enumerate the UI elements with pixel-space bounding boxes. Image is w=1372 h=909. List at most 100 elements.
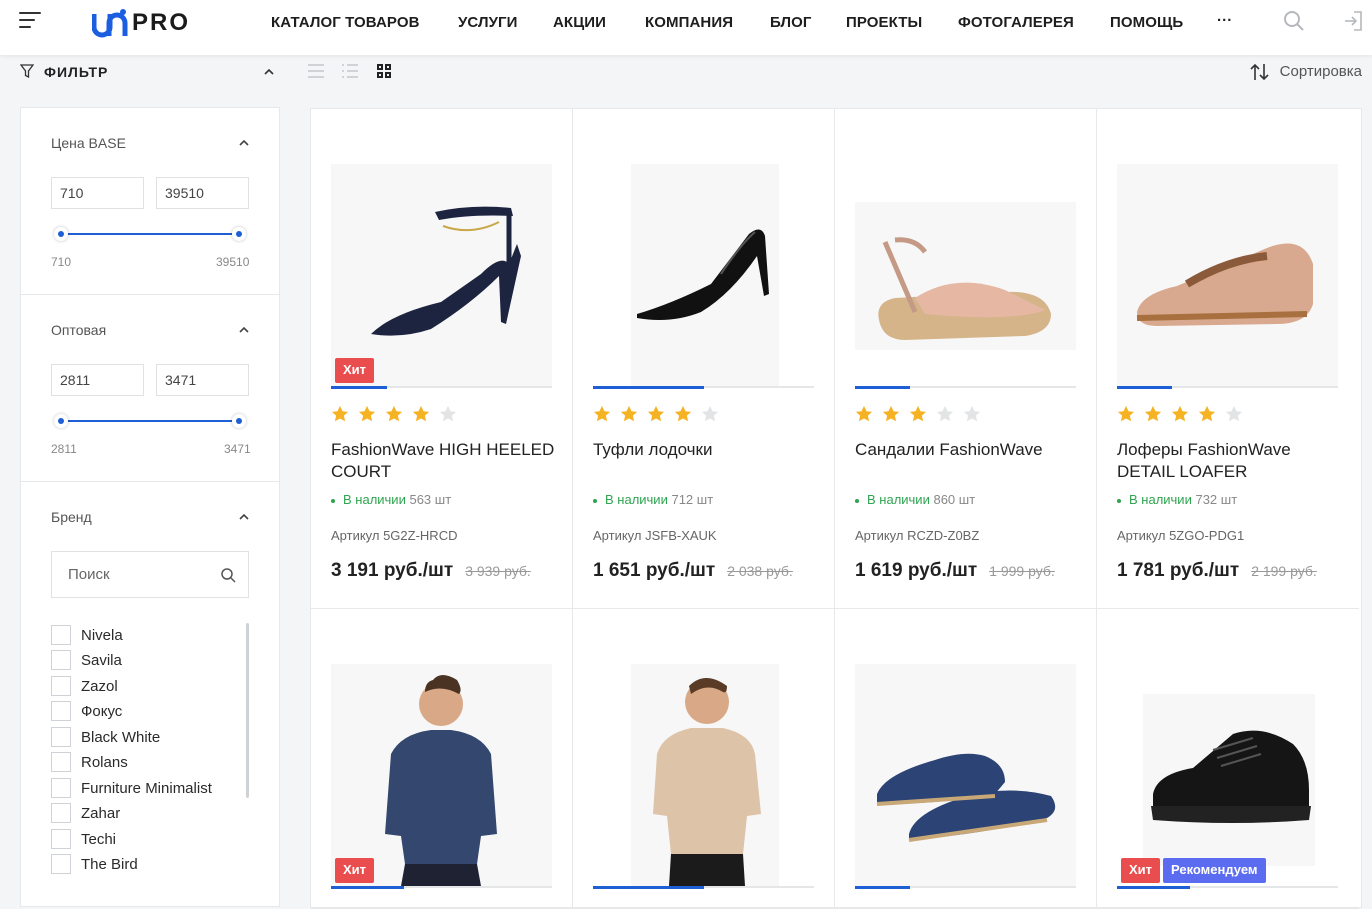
brand-option[interactable]: Zazol xyxy=(51,676,241,698)
star-icon xyxy=(593,405,611,422)
product-image[interactable] xyxy=(1143,694,1315,866)
price: 3 191 руб./шт xyxy=(331,560,454,581)
price-max-input[interactable]: 39510 xyxy=(156,177,249,209)
product-card[interactable]: Сандалии FashionWave В наличии 860 шт Ар… xyxy=(835,109,1097,609)
checkbox[interactable] xyxy=(51,701,71,721)
checkbox[interactable] xyxy=(51,625,71,645)
man-navy-shirt-image xyxy=(385,675,497,886)
price-min-input[interactable]: 710 xyxy=(51,177,144,209)
checkbox[interactable] xyxy=(51,752,71,772)
product-card[interactable]: Хит FashionWave HIGH HEELED COURT В нали… xyxy=(311,109,573,609)
image-slider-indicator xyxy=(855,386,1076,389)
nav-projects[interactable]: ПРОЕКТЫ xyxy=(846,14,922,31)
wholesale-min-input[interactable]: 2811 xyxy=(51,364,144,396)
product-card[interactable]: Туфли лодочки В наличии 712 шт Артикул J… xyxy=(573,109,835,609)
nav-company[interactable]: КОМПАНИЯ xyxy=(645,14,733,31)
product-image[interactable] xyxy=(855,664,1076,886)
stock-qty: 732 шт xyxy=(1195,492,1238,507)
range-max-handle[interactable] xyxy=(232,414,246,428)
brand-search-input[interactable]: Поиск xyxy=(51,551,249,598)
product-image[interactable] xyxy=(331,164,552,386)
brand-option[interactable]: Savila xyxy=(51,650,241,672)
brand-option[interactable]: The Bird xyxy=(51,854,241,876)
compact-list-icon[interactable] xyxy=(342,64,358,78)
range-min-handle[interactable] xyxy=(54,227,68,241)
filter-header[interactable]: ФИЛЬТР xyxy=(20,62,280,82)
product-image[interactable] xyxy=(1117,164,1338,386)
product-card[interactable]: Хит Рекомендуем xyxy=(1097,609,1359,909)
wholesale-max-input[interactable]: 3471 xyxy=(156,364,249,396)
price: 1 619 руб./шт xyxy=(855,560,978,581)
brand-option[interactable]: Фокус xyxy=(51,701,241,723)
section-title[interactable]: Оптовая xyxy=(51,322,106,338)
login-icon[interactable] xyxy=(1343,10,1363,32)
search-icon[interactable] xyxy=(221,568,236,583)
checkbox[interactable] xyxy=(51,650,71,670)
brand-option[interactable]: Zahar xyxy=(51,803,241,825)
product-card[interactable] xyxy=(835,609,1097,909)
logo-text: PRO xyxy=(132,9,191,36)
brand-label: The Bird xyxy=(81,856,138,873)
nav-promotions[interactable]: АКЦИИ xyxy=(553,14,606,31)
range-max-handle[interactable] xyxy=(232,227,246,241)
nav-services[interactable]: УСЛУГИ xyxy=(458,14,518,31)
black-pump-image xyxy=(637,229,769,320)
nav-help[interactable]: ПОМОЩЬ xyxy=(1110,14,1183,31)
checkbox[interactable] xyxy=(51,778,71,798)
badge-hit: Хит xyxy=(335,858,375,883)
checkbox[interactable] xyxy=(51,829,71,849)
brand-option[interactable]: Black White xyxy=(51,727,241,749)
badge-hit: Хит xyxy=(335,358,375,383)
search-icon[interactable] xyxy=(1283,10,1305,32)
checkbox[interactable] xyxy=(51,854,71,874)
brand-label: Фокус xyxy=(81,703,123,720)
image-slider-indicator xyxy=(331,886,552,889)
chevron-up-icon[interactable] xyxy=(239,327,249,333)
product-card[interactable]: Хит xyxy=(311,609,573,909)
sort-control[interactable]: Сортировка xyxy=(1250,63,1362,81)
nav-blog[interactable]: БЛОГ xyxy=(770,14,812,31)
brand-option[interactable]: Techi xyxy=(51,829,241,851)
brand-option[interactable]: Furniture Minimalist xyxy=(51,778,241,800)
stock-status: В наличии 712 шт xyxy=(593,492,713,507)
product-image[interactable] xyxy=(631,664,779,886)
stock-label: В наличии xyxy=(343,492,406,507)
star-icon xyxy=(358,405,376,422)
section-title[interactable]: Цена BASE xyxy=(51,135,126,151)
grid-view-icon[interactable] xyxy=(377,64,391,78)
brand-option[interactable]: Rolans xyxy=(51,752,241,774)
product-image[interactable] xyxy=(631,164,779,386)
brand-list-scrollbar[interactable] xyxy=(246,623,249,798)
menu-icon[interactable] xyxy=(19,12,41,32)
chevron-up-icon[interactable] xyxy=(264,69,274,75)
product-image[interactable] xyxy=(331,664,552,886)
checkbox[interactable] xyxy=(51,727,71,747)
nav-more[interactable]: ··· xyxy=(1217,12,1232,29)
star-icon xyxy=(1171,405,1189,422)
product-name[interactable]: Лоферы FashionWave DETAIL LOAFER xyxy=(1117,439,1342,483)
star-icon xyxy=(701,405,719,422)
list-view-icon[interactable] xyxy=(308,64,324,78)
brand-option[interactable]: Nivela xyxy=(51,625,241,647)
filter-section-price-base: Цена BASE 710 39510 710 39510 xyxy=(21,108,279,295)
product-card[interactable] xyxy=(573,609,835,909)
old-price: 1 999 руб. xyxy=(989,563,1055,579)
checkbox[interactable] xyxy=(51,676,71,696)
section-title-brand[interactable]: Бренд xyxy=(51,509,92,525)
navy-heel-image xyxy=(371,206,521,336)
chevron-up-icon[interactable] xyxy=(239,514,249,520)
stock-status: В наличии 860 шт xyxy=(855,492,975,507)
product-name[interactable]: Сандалии FashionWave xyxy=(855,439,1080,461)
checkbox[interactable] xyxy=(51,803,71,823)
star-icon xyxy=(412,405,430,422)
nav-gallery[interactable]: ФОТОГАЛЕРЕЯ xyxy=(958,14,1074,31)
logo[interactable]: PRO xyxy=(92,4,190,38)
product-image[interactable] xyxy=(855,202,1076,350)
product-name[interactable]: Туфли лодочки xyxy=(593,439,818,461)
product-name[interactable]: FashionWave HIGH HEELED COURT xyxy=(331,439,556,483)
product-card[interactable]: Лоферы FashionWave DETAIL LOAFER В налич… xyxy=(1097,109,1359,609)
espadrille-sandal-image xyxy=(878,237,1051,340)
range-min-handle[interactable] xyxy=(54,414,68,428)
chevron-up-icon[interactable] xyxy=(239,140,249,146)
nav-catalog[interactable]: КАТАЛОГ ТОВАРОВ xyxy=(271,14,420,31)
